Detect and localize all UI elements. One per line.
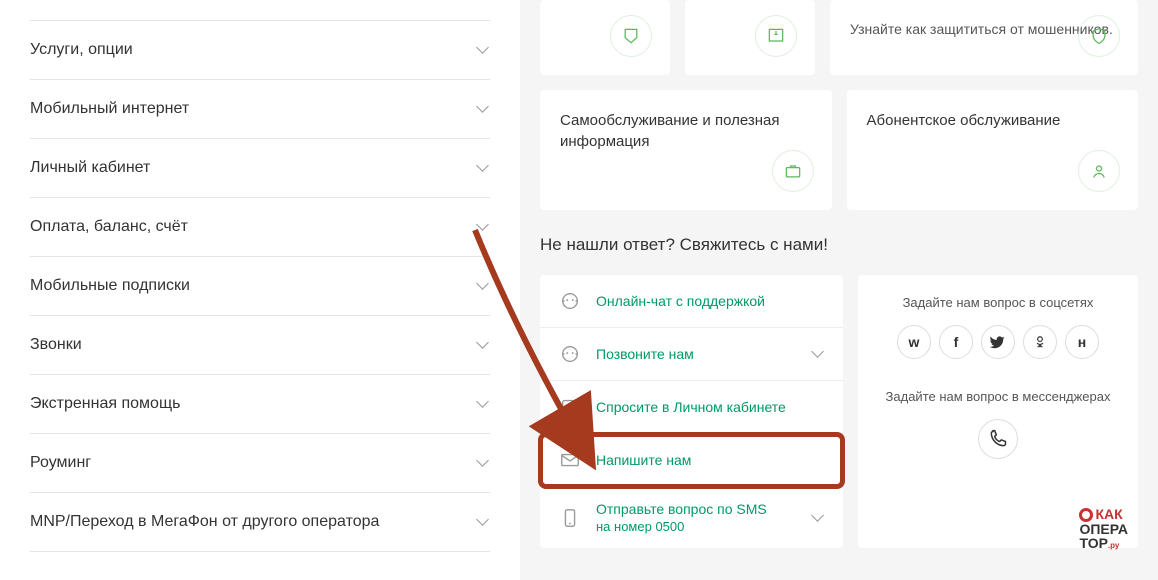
briefcase-icon <box>772 150 814 192</box>
contact-write[interactable]: Напишите нам <box>540 434 843 487</box>
contact-call[interactable]: Позвоните нам <box>540 328 843 381</box>
menu-roaming[interactable]: Роуминг <box>30 434 490 493</box>
habr-icon[interactable]: н <box>1065 325 1099 359</box>
svg-text:?: ? <box>567 401 572 411</box>
chevron-down-icon <box>476 102 490 116</box>
chevron-down-icon <box>476 279 490 293</box>
chevron-down-icon <box>476 43 490 57</box>
chevron-down-icon <box>476 456 490 470</box>
menu-account[interactable]: Личный кабинет <box>30 139 490 198</box>
menu-calls[interactable]: Звонки <box>30 316 490 375</box>
watermark: КАК ОПЕРА ТОР.ру <box>1079 507 1128 550</box>
menu-label: Роуминг <box>30 454 91 472</box>
contact-sublabel: на номер 0500 <box>596 519 767 534</box>
social-heading: Задайте нам вопрос в соцсетях <box>878 295 1118 310</box>
vk-icon[interactable]: w <box>897 325 931 359</box>
menu-label: Услуги, опции <box>30 41 133 59</box>
menu-label: Оплата, баланс, счёт <box>30 218 188 236</box>
card-icon-1[interactable] <box>540 0 670 75</box>
twitter-icon[interactable] <box>981 325 1015 359</box>
chevron-down-icon <box>811 511 825 525</box>
menu-label: Экстренная помощь <box>30 395 180 413</box>
menu-label: Звонки <box>30 336 82 354</box>
messenger-heading: Задайте нам вопрос в мессенджерах <box>878 389 1118 404</box>
contact-chat[interactable]: Онлайн-чат с поддержкой <box>540 275 843 328</box>
card-self-service[interactable]: Самообслуживание и полезная информация <box>540 90 832 210</box>
mail-icon <box>558 448 582 472</box>
menu-payment[interactable]: Оплата, баланс, счёт <box>30 198 490 257</box>
contact-label: Онлайн-чат с поддержкой <box>596 293 765 309</box>
menu-subscriptions[interactable]: Мобильные подписки <box>30 257 490 316</box>
menu-services[interactable]: Услуги, опции <box>30 20 490 80</box>
menu-label: MNP/Переход в МегаФон от другого операто… <box>30 513 379 531</box>
chevron-down-icon <box>811 347 825 361</box>
menu-label: Личный кабинет <box>30 159 150 177</box>
menu-internet[interactable]: Мобильный интернет <box>30 80 490 139</box>
card-fraud[interactable]: Узнайте как защититься от мошенников. <box>830 0 1138 75</box>
chevron-down-icon <box>476 161 490 175</box>
question-icon: ? <box>558 395 582 419</box>
menu-label: Мобильные подписки <box>30 277 190 295</box>
contact-label: Позвоните нам <box>596 346 694 362</box>
card-title: Самообслуживание и полезная информация <box>560 110 812 152</box>
contact-label: Отправьте вопрос по SMS <box>596 501 767 517</box>
category-menu: Услуги, опции Мобильный интернет Личный … <box>0 0 520 580</box>
contact-label: Напишите нам <box>596 452 691 468</box>
headset-icon <box>558 289 582 313</box>
watermark-ring-icon <box>1079 508 1093 522</box>
facebook-icon[interactable]: f <box>939 325 973 359</box>
user-icon <box>1078 150 1120 192</box>
ok-icon[interactable] <box>1023 325 1057 359</box>
viber-icon[interactable] <box>978 419 1018 459</box>
headset-icon <box>558 342 582 366</box>
phone-icon <box>558 506 582 530</box>
contact-ask[interactable]: ? Спросите в Личном кабинете <box>540 381 843 434</box>
chevron-down-icon <box>476 220 490 234</box>
shield-check-icon <box>1078 15 1120 57</box>
contact-label: Спросите в Личном кабинете <box>596 399 786 415</box>
shield-icon <box>610 15 652 57</box>
contact-heading: Не нашли ответ? Свяжитесь с нами! <box>540 235 1138 255</box>
chevron-down-icon <box>476 397 490 411</box>
contact-methods: Онлайн-чат с поддержкой Позвоните нам ? … <box>540 275 843 548</box>
menu-mnp[interactable]: MNP/Переход в МегаФон от другого операто… <box>30 493 490 552</box>
chevron-down-icon <box>476 515 490 529</box>
menu-label: Мобильный интернет <box>30 100 189 118</box>
chevron-down-icon <box>476 338 490 352</box>
contact-sms[interactable]: Отправьте вопрос по SMS на номер 0500 <box>540 487 843 548</box>
menu-emergency[interactable]: Экстренная помощь <box>30 375 490 434</box>
content-panel: Узнайте как защититься от мошенников. Са… <box>520 0 1158 580</box>
social-icons-row: w f н <box>878 325 1118 359</box>
card-subscriber[interactable]: Абонентское обслуживание <box>847 90 1139 210</box>
map-pin-icon <box>755 15 797 57</box>
card-title: Абонентское обслуживание <box>867 110 1119 131</box>
card-icon-2[interactable] <box>685 0 815 75</box>
